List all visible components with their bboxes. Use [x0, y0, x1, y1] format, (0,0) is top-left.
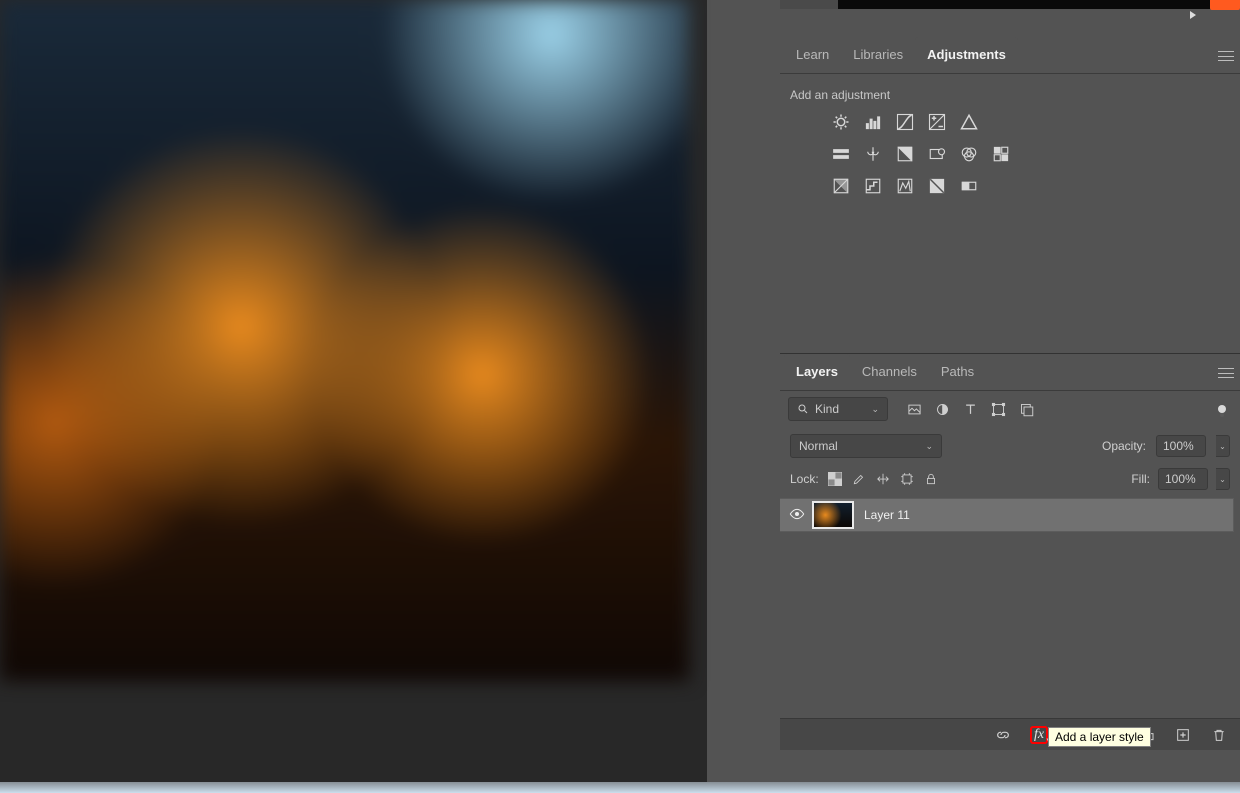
- visibility-icon[interactable]: [786, 506, 808, 525]
- layer-row[interactable]: Layer 11: [780, 498, 1234, 532]
- filter-toggle[interactable]: [1218, 405, 1226, 413]
- add-layer-style-button[interactable]: fx ▾: [1030, 726, 1048, 744]
- levels-icon[interactable]: [862, 112, 884, 132]
- chevron-down-icon: ⌄: [925, 441, 933, 452]
- color-balance-icon[interactable]: [862, 144, 884, 164]
- taskbar[interactable]: [0, 782, 1240, 793]
- layers-footer: fx ▾ Add a layer style: [780, 718, 1240, 750]
- lock-artboard-icon[interactable]: [899, 471, 915, 487]
- lock-transparency-icon[interactable]: [827, 471, 843, 487]
- adjustments-tabs: Learn Libraries Adjustments: [780, 37, 1240, 74]
- color-lookup-icon[interactable]: [990, 144, 1012, 164]
- navigator-thumb[interactable]: [838, 0, 1240, 9]
- tab-layers[interactable]: Layers: [784, 354, 850, 390]
- play-icon[interactable]: [1190, 11, 1196, 19]
- adjustments-hint: Add an adjustment: [790, 88, 1230, 102]
- gradient-map-icon[interactable]: [958, 176, 980, 196]
- layers-panel: Layers Channels Paths Kind ⌄ Normal: [780, 353, 1240, 750]
- blend-mode-value: Normal: [799, 439, 838, 453]
- filter-pixel-icon[interactable]: [906, 401, 922, 417]
- brightness-contrast-icon[interactable]: [830, 112, 852, 132]
- link-layers-icon[interactable]: [994, 726, 1012, 744]
- panel-menu-icon[interactable]: [1218, 51, 1234, 61]
- new-layer-icon[interactable]: [1174, 726, 1192, 744]
- exposure-icon[interactable]: [926, 112, 948, 132]
- tab-paths[interactable]: Paths: [929, 354, 986, 390]
- selective-color-icon[interactable]: [926, 176, 948, 196]
- fx-icon: fx: [1034, 727, 1044, 743]
- fill-label: Fill:: [1131, 472, 1150, 486]
- canvas-area[interactable]: [0, 0, 707, 782]
- navigator-highlight: [1210, 0, 1240, 10]
- blend-mode-select[interactable]: Normal ⌄: [790, 434, 942, 458]
- layer-list: Layer 11: [780, 494, 1240, 532]
- chevron-down-icon: ⌄: [871, 404, 879, 415]
- filter-kind-select[interactable]: Kind ⌄: [788, 397, 888, 421]
- filter-smart-icon[interactable]: [1018, 401, 1034, 417]
- tab-libraries[interactable]: Libraries: [841, 37, 915, 73]
- opacity-label: Opacity:: [1102, 439, 1146, 453]
- fill-caret[interactable]: ⌄: [1216, 468, 1230, 490]
- tab-adjustments[interactable]: Adjustments: [915, 37, 1018, 73]
- filter-kind-label: Kind: [815, 402, 839, 416]
- threshold-icon[interactable]: [894, 176, 916, 196]
- layer-name[interactable]: Layer 11: [864, 508, 910, 522]
- invert-icon[interactable]: [830, 176, 852, 196]
- opacity-value: 100%: [1163, 439, 1194, 453]
- tab-learn[interactable]: Learn: [784, 37, 841, 73]
- search-icon: [797, 403, 809, 415]
- vibrance-icon[interactable]: [958, 112, 980, 132]
- layer-filter-row: Kind ⌄: [780, 391, 1240, 428]
- navigator-strip: [780, 0, 1240, 9]
- delete-layer-icon[interactable]: [1210, 726, 1228, 744]
- lock-position-icon[interactable]: [875, 471, 891, 487]
- fill-input[interactable]: 100%: [1158, 468, 1208, 490]
- opacity-caret[interactable]: ⌄: [1216, 435, 1230, 457]
- fill-value: 100%: [1165, 472, 1196, 486]
- tooltip: Add a layer style: [1048, 727, 1151, 747]
- photo-filter-icon[interactable]: [926, 144, 948, 164]
- lock-paint-icon[interactable]: [851, 471, 867, 487]
- opacity-input[interactable]: 100%: [1156, 435, 1206, 457]
- document-image: [0, 0, 689, 681]
- lock-all-icon[interactable]: [923, 471, 939, 487]
- curves-icon[interactable]: [894, 112, 916, 132]
- bw-icon[interactable]: [894, 144, 916, 164]
- channel-mixer-icon[interactable]: [958, 144, 980, 164]
- layer-thumbnail[interactable]: [812, 501, 854, 529]
- panels-column: Learn Libraries Adjustments Add an adjus…: [780, 0, 1240, 782]
- tab-channels[interactable]: Channels: [850, 354, 929, 390]
- layers-tabs: Layers Channels Paths: [780, 354, 1240, 391]
- filter-adjustment-icon[interactable]: [934, 401, 950, 417]
- hue-sat-icon[interactable]: [830, 144, 852, 164]
- panel-menu-icon[interactable]: [1218, 368, 1234, 378]
- posterize-icon[interactable]: [862, 176, 884, 196]
- lock-label: Lock:: [790, 472, 819, 486]
- filter-shape-icon[interactable]: [990, 401, 1006, 417]
- adjustments-panel: Learn Libraries Adjustments Add an adjus…: [780, 37, 1240, 353]
- filter-type-icon[interactable]: [962, 401, 978, 417]
